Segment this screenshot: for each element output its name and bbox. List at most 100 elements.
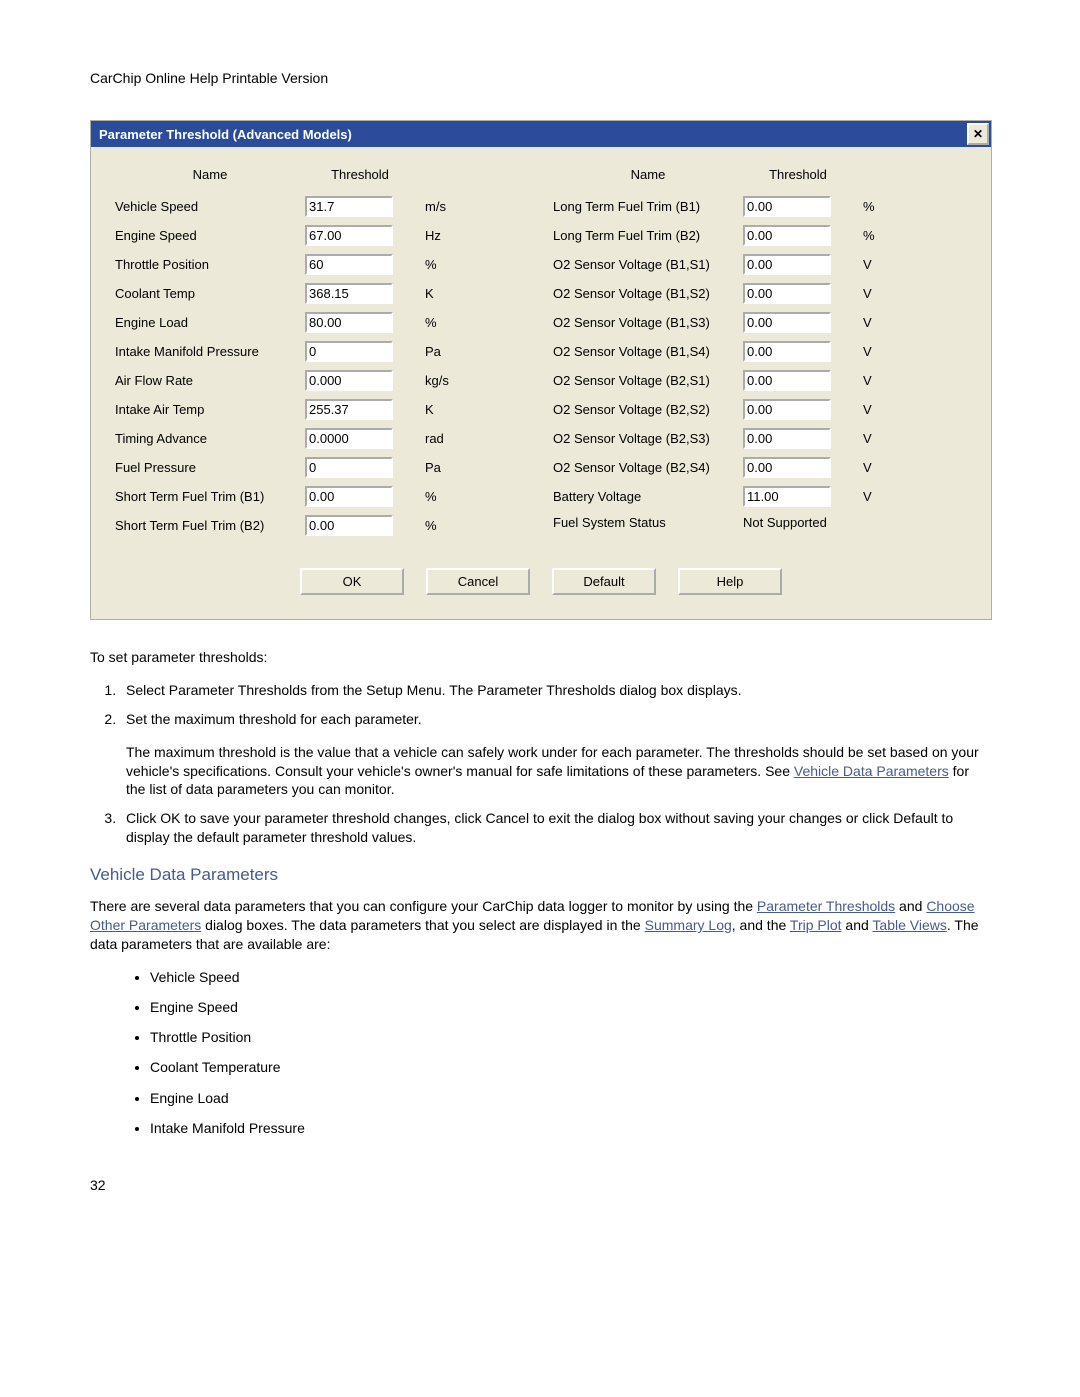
param-unit-label: Pa (415, 344, 475, 359)
param-name-label: Long Term Fuel Trim (B1) (553, 199, 743, 214)
threshold-input[interactable] (743, 254, 831, 275)
param-name-label: Engine Load (115, 315, 305, 330)
instructions-intro: To set parameter thresholds: (90, 648, 990, 667)
section-paragraph: There are several data parameters that y… (90, 897, 990, 954)
parameter-bullet-list: Vehicle SpeedEngine SpeedThrottle Positi… (90, 968, 990, 1137)
link-parameter-thresholds[interactable]: Parameter Thresholds (757, 898, 895, 914)
param-unit-label: Pa (415, 460, 475, 475)
param-row: Short Term Fuel Trim (B1)% (115, 486, 529, 507)
parameter-bullet: Throttle Position (150, 1028, 990, 1046)
param-unit-label: V (853, 431, 913, 446)
param-row: Long Term Fuel Trim (B1)% (553, 196, 967, 217)
param-unit-label: Hz (415, 228, 475, 243)
param-name-label: Short Term Fuel Trim (B1) (115, 489, 305, 504)
param-name-label: O2 Sensor Voltage (B2,S2) (553, 402, 743, 417)
threshold-input[interactable] (305, 341, 393, 362)
threshold-input[interactable] (743, 341, 831, 362)
ok-button[interactable]: OK (300, 568, 404, 595)
param-unit-label: V (853, 460, 913, 475)
threshold-input[interactable] (743, 486, 831, 507)
default-button[interactable]: Default (552, 568, 656, 595)
param-unit-label: V (853, 257, 913, 272)
cancel-button[interactable]: Cancel (426, 568, 530, 595)
para-e: and (842, 917, 873, 933)
parameter-bullet: Coolant Temperature (150, 1058, 990, 1076)
titlebar-title: Parameter Threshold (Advanced Models) (99, 127, 352, 142)
param-value-static: Not Supported (743, 515, 853, 530)
threshold-input[interactable] (743, 428, 831, 449)
param-unit-label: V (853, 402, 913, 417)
param-row: Coolant Temp K (115, 283, 529, 304)
close-icon[interactable]: ✕ (967, 123, 989, 145)
param-name-label: Battery Voltage (553, 489, 743, 504)
step3-text: Click OK to save your parameter threshol… (126, 810, 953, 845)
param-name-label: O2 Sensor Voltage (B1,S3) (553, 315, 743, 330)
dialog-button-row: OK Cancel Default Help (115, 568, 967, 595)
link-summary-log[interactable]: Summary Log (645, 917, 732, 933)
link-table-views[interactable]: Table Views (872, 917, 946, 933)
param-name-label: Coolant Temp (115, 286, 305, 301)
parameter-bullet: Intake Manifold Pressure (150, 1119, 990, 1137)
threshold-input[interactable] (743, 399, 831, 420)
param-unit-label: V (853, 373, 913, 388)
param-unit-label: % (415, 315, 475, 330)
param-unit-label: K (415, 402, 475, 417)
param-name-label: O2 Sensor Voltage (B2,S3) (553, 431, 743, 446)
threshold-input[interactable] (305, 399, 393, 420)
threshold-input[interactable] (743, 312, 831, 333)
param-row: Intake Manifold PressurePa (115, 341, 529, 362)
param-unit-label: K (415, 286, 475, 301)
link-trip-plot[interactable]: Trip Plot (790, 917, 842, 933)
param-row: O2 Sensor Voltage (B2,S3) V (553, 428, 967, 449)
param-name-label: Fuel Pressure (115, 460, 305, 475)
section-title-vehicle-data-parameters: Vehicle Data Parameters (90, 865, 990, 885)
param-column-right: Name Threshold Long Term Fuel Trim (B1)%… (553, 167, 967, 544)
threshold-input[interactable] (743, 196, 831, 217)
help-button[interactable]: Help (678, 568, 782, 595)
param-name-label: O2 Sensor Voltage (B1,S2) (553, 286, 743, 301)
param-name-label: Air Flow Rate (115, 373, 305, 388)
param-unit-label: % (853, 228, 913, 243)
param-row: O2 Sensor Voltage (B2,S4)V (553, 457, 967, 478)
param-row: Fuel Pressure Pa (115, 457, 529, 478)
param-name-label: Long Term Fuel Trim (B2) (553, 228, 743, 243)
param-row: Short Term Fuel Trim (B2)% (115, 515, 529, 536)
param-name-label: Intake Air Temp (115, 402, 305, 417)
threshold-input[interactable] (743, 225, 831, 246)
param-name-label: O2 Sensor Voltage (B1,S1) (553, 257, 743, 272)
threshold-input[interactable] (305, 196, 393, 217)
parameter-threshold-dialog: Parameter Threshold (Advanced Models) ✕ … (90, 120, 992, 620)
parameter-bullet: Engine Load (150, 1089, 990, 1107)
threshold-input[interactable] (305, 457, 393, 478)
threshold-input[interactable] (305, 225, 393, 246)
threshold-input[interactable] (743, 457, 831, 478)
page-header: CarChip Online Help Printable Version (90, 70, 990, 86)
param-name-label: Fuel System Status (553, 515, 743, 530)
threshold-input[interactable] (305, 486, 393, 507)
threshold-input[interactable] (743, 370, 831, 391)
param-unit-label: % (415, 257, 475, 272)
param-row: O2 Sensor Voltage (B1,S4)V (553, 341, 967, 362)
link-vehicle-data-parameters[interactable]: Vehicle Data Parameters (794, 763, 949, 779)
instruction-step-2: Set the maximum threshold for each param… (120, 710, 990, 800)
param-unit-label: m/s (415, 199, 475, 214)
col-header-threshold: Threshold (305, 167, 415, 182)
threshold-input[interactable] (743, 283, 831, 304)
instruction-step-1: Select Parameter Thresholds from the Set… (120, 681, 990, 700)
threshold-input[interactable] (305, 428, 393, 449)
param-name-label: Engine Speed (115, 228, 305, 243)
param-row: O2 Sensor Voltage (B2,S1)V (553, 370, 967, 391)
param-name-label: Vehicle Speed (115, 199, 305, 214)
para-c: dialog boxes. The data parameters that y… (201, 917, 644, 933)
param-row: Battery VoltageV (553, 486, 967, 507)
para-a: There are several data parameters that y… (90, 898, 757, 914)
threshold-input[interactable] (305, 312, 393, 333)
threshold-input[interactable] (305, 283, 393, 304)
threshold-input[interactable] (305, 515, 393, 536)
param-row: Fuel System StatusNot Supported (553, 515, 967, 530)
param-row: Throttle Position% (115, 254, 529, 275)
threshold-input[interactable] (305, 370, 393, 391)
threshold-input[interactable] (305, 254, 393, 275)
col-header-name: Name (553, 167, 743, 182)
param-row: Long Term Fuel Trim (B2)% (553, 225, 967, 246)
